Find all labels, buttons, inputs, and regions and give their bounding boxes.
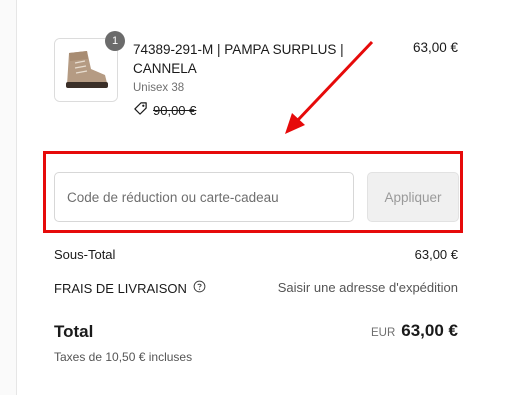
currency-code: EUR	[370, 327, 396, 339]
discount-code-input[interactable]	[54, 172, 354, 222]
original-price: 90,00 €	[153, 102, 197, 118]
help-circle-icon[interactable]	[193, 280, 206, 296]
product-variant: Unisex 38	[133, 82, 185, 94]
tax-note: Taxes de 10,50 € incluses	[54, 350, 193, 364]
quantity-badge: 1	[105, 31, 125, 51]
total-label: Total	[54, 322, 94, 341]
line-item-price: 63,00 €	[412, 40, 458, 55]
original-price-row: 90,00 €	[133, 101, 196, 119]
subtotal-label: Sous-Total	[54, 247, 116, 262]
shipping-label: FRAIS DE LIVRAISON	[54, 280, 187, 296]
apply-button[interactable]: Appliquer	[367, 172, 459, 222]
shipping-value: Saisir une adresse d'expédition	[277, 280, 458, 295]
total-amount: 63,00 €	[401, 321, 458, 340]
tag-icon	[133, 101, 148, 119]
total-value-group: EUR 63,00 €	[371, 321, 458, 341]
subtotal-value: 63,00 €	[414, 247, 458, 262]
shipping-row: FRAIS DE LIVRAISON	[54, 280, 206, 296]
product-thumbnail: 1	[54, 31, 125, 102]
left-panel-edge	[0, 0, 17, 395]
product-title: 74389-291-M | PAMPA SURPLUS | CANNELA	[133, 42, 344, 76]
